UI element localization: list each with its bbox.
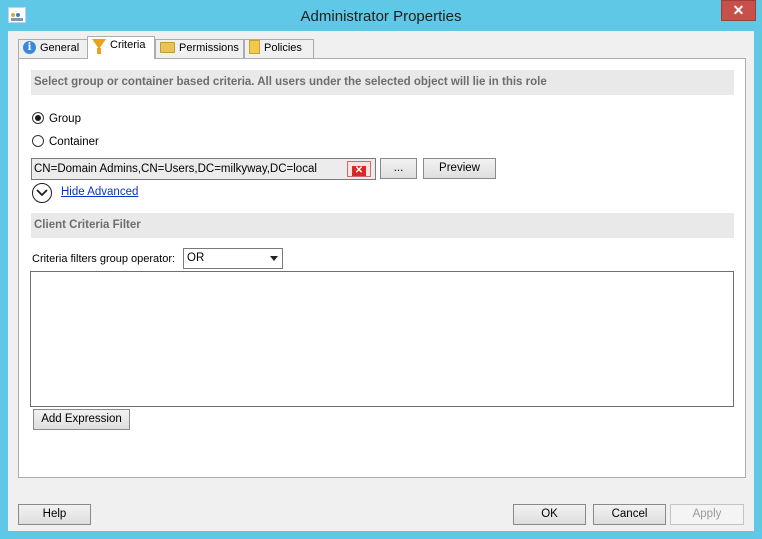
chevron-down-icon[interactable] (32, 183, 52, 203)
operator-select[interactable]: OR (183, 248, 283, 269)
tab-general[interactable]: i General (18, 39, 88, 58)
ok-button[interactable]: OK (513, 504, 586, 525)
selected-object-field[interactable]: CN=Domain Admins,CN=Users,DC=milkyway,DC… (31, 158, 376, 180)
dialog-window: Administrator Properties ✕ i General Crit… (0, 0, 762, 539)
folder-icon (160, 41, 175, 53)
operator-label: Criteria filters group operator: (32, 253, 176, 265)
clear-x-icon: ✕ (352, 166, 366, 176)
apply-button[interactable]: Apply (670, 504, 744, 525)
add-expression-button[interactable]: Add Expression (33, 409, 130, 430)
tab-criteria-label: Criteria (110, 39, 146, 51)
policy-icon (249, 40, 260, 55)
radio-group-option[interactable]: Group (32, 111, 81, 128)
hide-advanced-link[interactable]: Hide Advanced (61, 186, 138, 198)
radio-group-label: Group (49, 113, 81, 125)
tab-permissions-label: Permissions (179, 42, 239, 54)
preview-button[interactable]: Preview (423, 158, 496, 179)
tab-policies-label: Policies (264, 42, 302, 54)
criteria-description: Select group or container based criteria… (31, 70, 734, 95)
radio-container[interactable] (32, 134, 44, 147)
tab-policies[interactable]: Policies (244, 39, 314, 58)
operator-select-value: OR (187, 252, 205, 264)
cancel-button[interactable]: Cancel (593, 504, 666, 525)
funnel-icon (92, 39, 106, 55)
tab-permissions[interactable]: Permissions (155, 39, 244, 58)
expression-list[interactable] (30, 271, 734, 407)
radio-container-option[interactable]: Container (32, 134, 99, 151)
info-icon: i (23, 40, 36, 54)
browse-button[interactable]: ... (380, 158, 417, 179)
tab-general-label: General (40, 42, 80, 54)
tab-criteria[interactable]: Criteria (87, 36, 155, 59)
selected-object-value: CN=Domain Admins,CN=Users,DC=milkyway,DC… (34, 163, 317, 175)
client-filter-header: Client Criteria Filter (31, 213, 734, 238)
dropdown-arrow-icon (270, 256, 278, 261)
dialog-body: i General Criteria Permissions Policies S… (8, 31, 754, 531)
help-button[interactable]: Help (18, 504, 91, 525)
title-bar[interactable]: Administrator Properties ✕ (0, 0, 762, 32)
clear-selection-button[interactable]: ✕ (347, 161, 371, 177)
radio-container-label: Container (49, 136, 99, 148)
criteria-panel: Select group or container based criteria… (18, 58, 746, 478)
radio-group[interactable] (32, 111, 44, 124)
window-title: Administrator Properties (300, 8, 462, 25)
close-button[interactable]: ✕ (721, 0, 756, 21)
